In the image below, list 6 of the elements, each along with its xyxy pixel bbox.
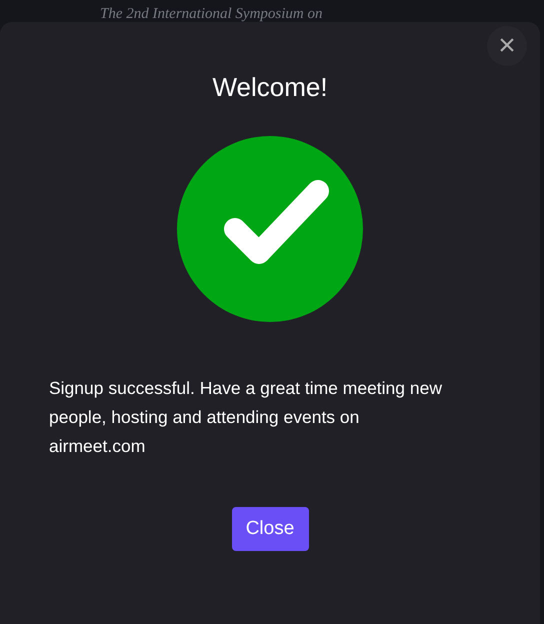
close-button[interactable]: Close <box>232 507 308 551</box>
background-heading: The 2nd International Symposium on <box>100 7 322 22</box>
checkmark-icon <box>177 136 363 322</box>
close-icon[interactable]: × <box>487 26 527 66</box>
success-message: Signup successful. Have a great time meeting new people, hosting and attending events on airmeet.com <box>48 377 443 458</box>
modal-title: Welcome! <box>212 72 328 104</box>
